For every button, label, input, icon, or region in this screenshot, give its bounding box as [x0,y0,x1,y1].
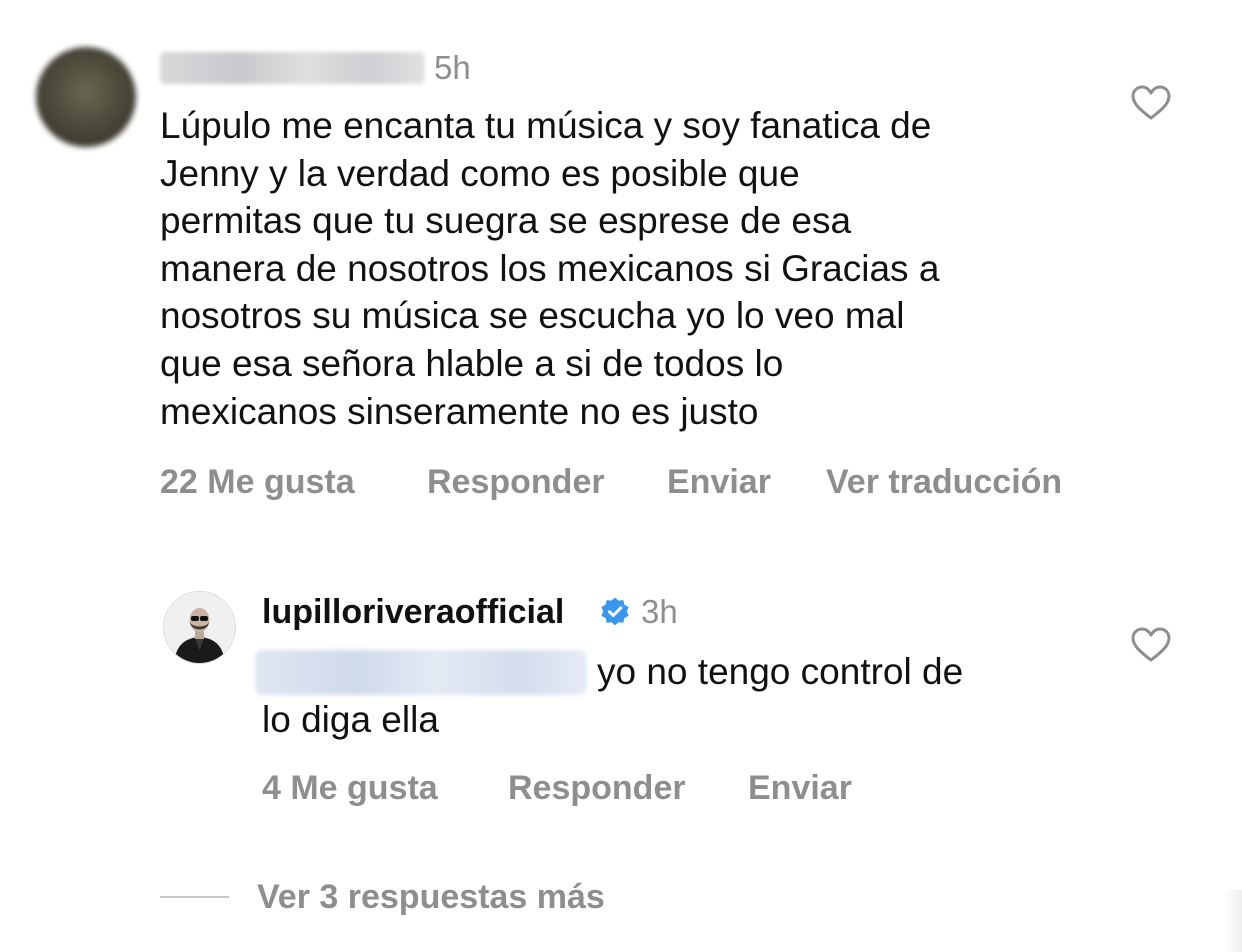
reply-send-button[interactable]: Enviar [748,768,852,808]
reply-reply-button[interactable]: Responder [508,768,686,808]
comment-reply-button[interactable]: Responder [427,462,605,502]
commenter-username-redacted[interactable] [160,52,425,84]
reply-username[interactable]: lupilloriveraofficial [262,592,564,632]
reply-text-line2: lo diga ella [262,699,439,740]
comment-translate-button[interactable]: Ver traducción [826,462,1062,502]
comment-likes-count[interactable]: 22 Me gusta [160,462,355,502]
heart-icon[interactable] [1131,627,1171,663]
reply-text-line1: yo no tengo control de [597,651,964,692]
reply-timestamp: 3h [641,593,678,630]
avatar-photo [164,592,235,663]
view-replies-divider [160,896,229,898]
comment-text: Lúpulo me encanta tu música y soy fanati… [160,105,940,432]
commenter-avatar[interactable] [36,47,136,147]
verified-badge-icon [601,597,629,626]
reply-likes-count[interactable]: 4 Me gusta [262,768,438,808]
reply-avatar[interactable] [163,591,236,664]
view-more-replies-button[interactable]: Ver 3 respuestas más [257,877,605,917]
comment-send-button[interactable]: Enviar [667,462,771,502]
heart-icon[interactable] [1131,85,1171,121]
comment-timestamp: 5h [434,49,471,86]
reply-mention-redacted[interactable] [255,650,587,695]
edge-shadow [1222,890,1242,952]
